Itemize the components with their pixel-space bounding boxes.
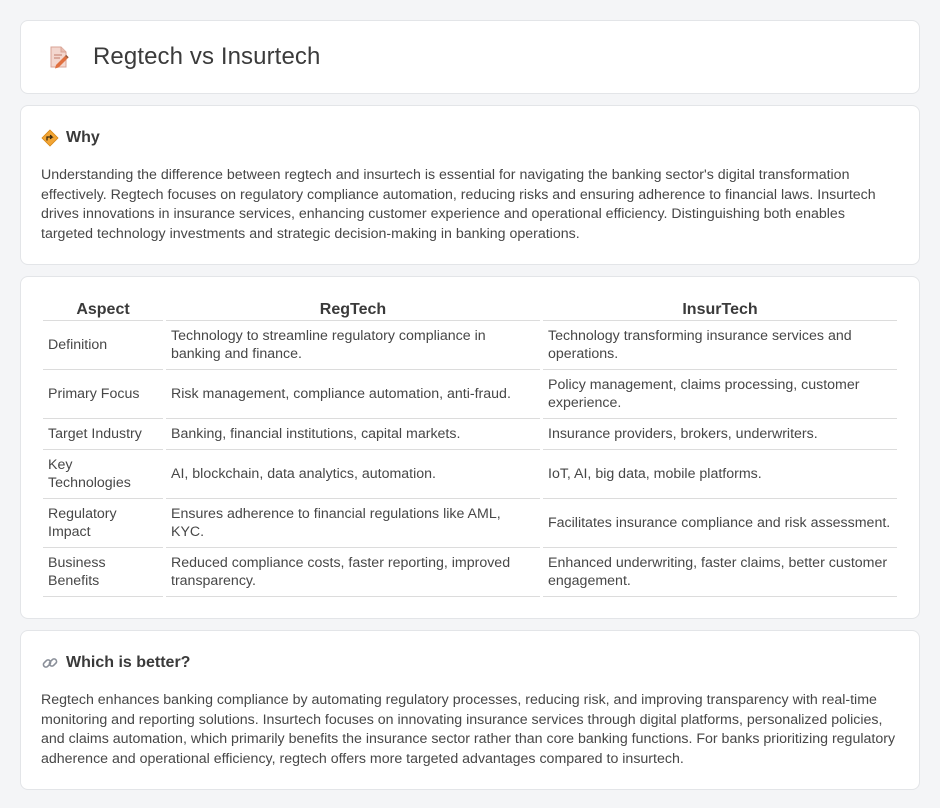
aspect-cell: Key Technologies bbox=[43, 450, 163, 499]
insurtech-cell: Policy management, claims processing, cu… bbox=[543, 370, 897, 419]
aspect-cell: Business Benefits bbox=[43, 548, 163, 597]
insurtech-cell: Technology transforming insurance servic… bbox=[543, 321, 897, 370]
better-header: Which is better? bbox=[41, 653, 899, 673]
document-pencil-icon bbox=[50, 46, 69, 69]
why-text: Understanding the difference between reg… bbox=[41, 167, 876, 242]
insurtech-cell: Facilitates insurance compliance and ris… bbox=[543, 499, 897, 548]
regtech-cell: Ensures adherence to financial regulatio… bbox=[166, 499, 540, 548]
header-card: Regtech vs Insurtech bbox=[20, 20, 920, 94]
table-row: Primary Focus Risk management, complianc… bbox=[43, 370, 897, 419]
insurtech-cell: Enhanced underwriting, faster claims, be… bbox=[543, 548, 897, 597]
better-text: Regtech enhances banking compliance by a… bbox=[41, 692, 896, 767]
road-sign-icon bbox=[41, 129, 59, 147]
why-section: Why Understanding the difference between… bbox=[20, 105, 920, 265]
why-title: Why bbox=[66, 129, 100, 146]
regtech-cell: Reduced compliance costs, faster reporti… bbox=[166, 548, 540, 597]
table-row: Business Benefits Reduced compliance cos… bbox=[43, 548, 897, 597]
page: Regtech vs Insurtech Why Understanding t… bbox=[0, 0, 940, 808]
aspect-cell: Target Industry bbox=[43, 419, 163, 450]
aspect-cell: Regulatory Impact bbox=[43, 499, 163, 548]
comparison-table: Aspect RegTech InsurTech Definition Tech… bbox=[40, 295, 900, 597]
why-header: Why bbox=[41, 128, 899, 148]
aspect-cell: Primary Focus bbox=[43, 370, 163, 419]
insurtech-cell: IoT, AI, big data, mobile platforms. bbox=[543, 450, 897, 499]
column-header-aspect: Aspect bbox=[43, 295, 163, 321]
regtech-cell: Banking, financial institutions, capital… bbox=[166, 419, 540, 450]
table-header-row: Aspect RegTech InsurTech bbox=[43, 295, 897, 321]
table-row: Target Industry Banking, financial insti… bbox=[43, 419, 897, 450]
page-title: Regtech vs Insurtech bbox=[93, 43, 321, 70]
better-title: Which is better? bbox=[66, 654, 191, 671]
table-row: Key Technologies AI, blockchain, data an… bbox=[43, 450, 897, 499]
column-header-regtech: RegTech bbox=[166, 295, 540, 321]
table-row: Regulatory Impact Ensures adherence to f… bbox=[43, 499, 897, 548]
which-is-better-section: Which is better? Regtech enhances bankin… bbox=[20, 630, 920, 790]
column-header-insurtech: InsurTech bbox=[543, 295, 897, 321]
link-icon bbox=[42, 658, 58, 668]
regtech-cell: Risk management, compliance automation, … bbox=[166, 370, 540, 419]
insurtech-cell: Insurance providers, brokers, underwrite… bbox=[543, 419, 897, 450]
regtech-cell: AI, blockchain, data analytics, automati… bbox=[166, 450, 540, 499]
aspect-cell: Definition bbox=[43, 321, 163, 370]
table-row: Definition Technology to streamline regu… bbox=[43, 321, 897, 370]
comparison-table-card: Aspect RegTech InsurTech Definition Tech… bbox=[20, 276, 920, 619]
regtech-cell: Technology to streamline regulatory comp… bbox=[166, 321, 540, 370]
